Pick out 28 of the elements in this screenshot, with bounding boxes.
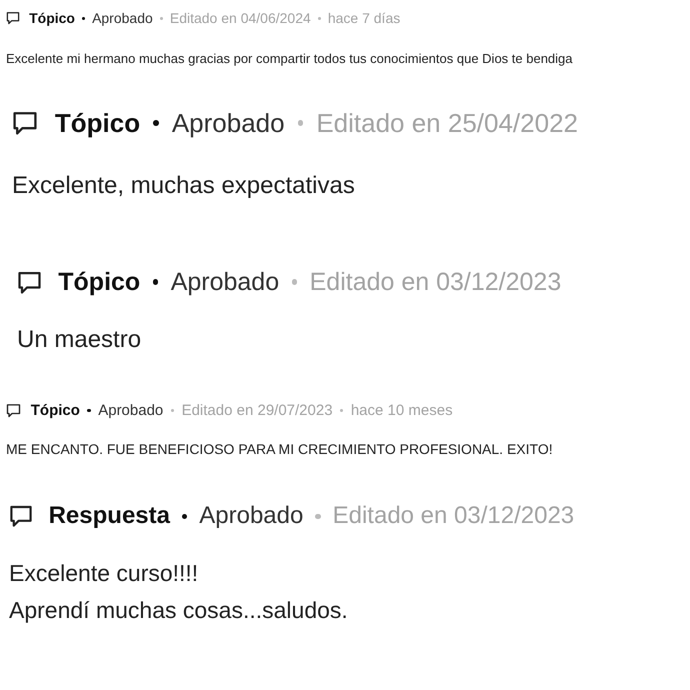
post-status: Aprobado xyxy=(98,402,164,420)
comment-icon xyxy=(17,270,42,295)
edited-date: Editado en 29/07/2023 xyxy=(182,402,333,420)
post-age: hace 10 meses xyxy=(350,402,453,420)
edited-date: Editado en 03/12/2023 xyxy=(310,267,562,298)
comment-text: Aprendí muchas cosas...saludos. xyxy=(9,596,348,625)
edited-date: Editado en 25/04/2022 xyxy=(316,108,578,139)
edited-date: Editado en 04/06/2024 xyxy=(170,10,311,27)
post-status: Aprobado xyxy=(92,10,153,27)
post-status: Aprobado xyxy=(199,502,304,531)
comment-text: Excelente, muchas expectativas xyxy=(12,170,355,201)
post-type: Respuesta xyxy=(48,502,170,531)
post-status: Aprobado xyxy=(172,108,285,139)
comment-text: ME ENCANTO. FUE BENEFICIOSO PARA MI CRECIMIENTO PROFESIONAL. EXITO! xyxy=(6,440,553,459)
comment-icon xyxy=(6,11,20,26)
post-type: Tópico xyxy=(58,267,140,298)
comment-text: Un maestro xyxy=(17,325,142,356)
post-age: hace 7 días xyxy=(328,10,400,27)
post-type: Tópico xyxy=(54,108,140,139)
post-status: Aprobado xyxy=(170,267,280,298)
comment-text: Excelente mi hermano muchas gracias por compartir todos tus conocimientos que Dios te bendiga xyxy=(6,50,573,68)
edited-date: Editado en 03/12/2023 xyxy=(332,502,574,531)
comment-text: Excelente curso!!!! xyxy=(9,558,198,588)
post-type: Tópico xyxy=(30,402,80,420)
comment-icon xyxy=(6,403,21,418)
comment-icon xyxy=(12,110,38,136)
post-type: Tópico xyxy=(29,10,75,27)
comment-icon xyxy=(9,504,33,528)
